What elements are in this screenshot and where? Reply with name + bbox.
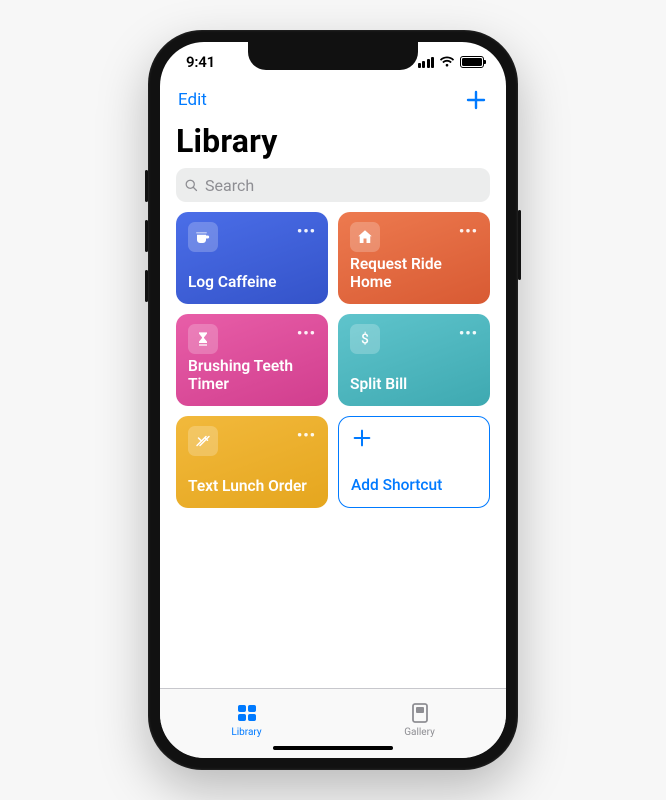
search-placeholder: Search — [205, 176, 254, 195]
shortcut-card[interactable]: $ ••• Split Bill — [338, 314, 490, 406]
tab-label: Library — [231, 727, 261, 738]
hourglass-icon — [188, 324, 218, 354]
battery-icon — [460, 56, 484, 68]
more-icon[interactable]: ••• — [297, 426, 316, 440]
status-indicators — [418, 56, 485, 68]
tab-label: Gallery — [404, 727, 435, 738]
content-area: Library Search ••• Log Caffeine ••• Request… — [160, 118, 506, 688]
grid-icon — [234, 701, 260, 725]
more-icon[interactable]: ••• — [297, 324, 316, 338]
plus-icon — [351, 427, 373, 449]
shortcut-card[interactable]: ••• Text Lunch Order — [176, 416, 328, 508]
shortcut-title: Brushing Teeth Timer — [188, 358, 316, 394]
search-input[interactable]: Search — [176, 168, 490, 202]
shortcut-title: Split Bill — [350, 376, 478, 394]
shortcuts-grid: ••• Log Caffeine ••• Request Ride Home ••• Br… — [176, 212, 490, 508]
home-indicator — [273, 746, 393, 751]
nav-bar: Edit — [160, 82, 506, 118]
phone-frame: 9:41 Edit Library — [148, 30, 518, 770]
page-title: Library — [176, 122, 490, 160]
add-shortcut-label: Add Shortcut — [351, 477, 477, 495]
shortcut-card[interactable]: ••• Request Ride Home — [338, 212, 490, 304]
svg-text:$: $ — [361, 332, 369, 348]
more-icon[interactable]: ••• — [297, 222, 316, 236]
cellular-signal-icon — [418, 57, 435, 68]
gallery-icon — [407, 701, 433, 725]
shortcut-title: Request Ride Home — [350, 256, 478, 292]
home-icon — [350, 222, 380, 252]
shortcut-card[interactable]: ••• Brushing Teeth Timer — [176, 314, 328, 406]
dollar-icon: $ — [350, 324, 380, 354]
shortcut-title: Log Caffeine — [188, 274, 316, 292]
shortcut-card[interactable]: ••• Log Caffeine — [176, 212, 328, 304]
shortcut-title: Text Lunch Order — [188, 478, 316, 496]
search-icon — [184, 178, 199, 193]
more-icon[interactable]: ••• — [459, 324, 478, 338]
wifi-icon — [439, 56, 455, 68]
edit-button[interactable]: Edit — [178, 90, 207, 110]
utensils-icon — [188, 426, 218, 456]
status-time: 9:41 — [186, 53, 215, 71]
screen: 9:41 Edit Library — [160, 42, 506, 758]
more-icon[interactable]: ••• — [459, 222, 478, 236]
add-button[interactable] — [464, 88, 488, 112]
add-shortcut-card[interactable]: Add Shortcut — [338, 416, 490, 508]
mug-icon — [188, 222, 218, 252]
notch — [248, 42, 418, 70]
